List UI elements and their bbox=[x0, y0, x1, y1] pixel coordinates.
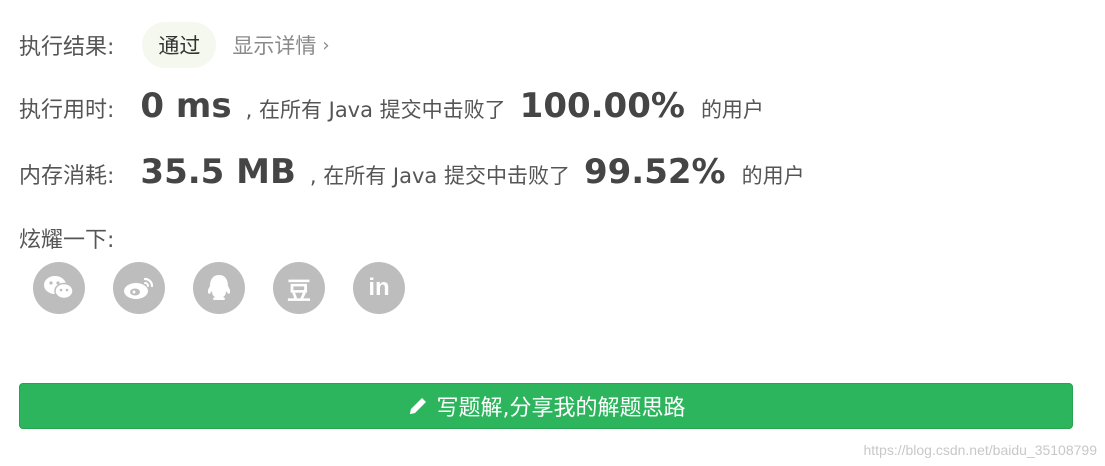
weibo-share-button[interactable] bbox=[113, 262, 165, 314]
write-solution-button[interactable]: 写题解,分享我的解题思路 bbox=[19, 383, 1073, 429]
douban-share-button[interactable]: 豆 bbox=[273, 262, 325, 314]
status-badge: 通过 bbox=[142, 22, 217, 68]
runtime-row: 执行用时: 0 ms , 在所有 Java 提交中击败了 100.00% 的用户 bbox=[19, 86, 764, 126]
memory-comparison-text: , 在所有 Java 提交中击败了 bbox=[309, 164, 570, 188]
chevron-right-icon: › bbox=[322, 34, 330, 56]
memory-suffix: 的用户 bbox=[741, 164, 805, 188]
share-icons: 豆 in bbox=[33, 262, 405, 314]
runtime-value: 0 ms bbox=[140, 86, 232, 126]
runtime-percent: 100.00% bbox=[519, 86, 685, 126]
runtime-label: 执行用时: bbox=[19, 98, 115, 123]
memory-row: 内存消耗: 35.5 MB , 在所有 Java 提交中击败了 99.52% 的… bbox=[19, 152, 805, 192]
memory-value: 35.5 MB bbox=[140, 152, 296, 192]
pencil-icon bbox=[407, 395, 429, 417]
memory-label: 内存消耗: bbox=[19, 164, 115, 189]
result-row: 执行结果: 通过 显示详情 › bbox=[19, 22, 330, 68]
show-details-label: 显示详情 bbox=[232, 34, 317, 58]
runtime-suffix: 的用户 bbox=[700, 98, 764, 122]
write-solution-label: 写题解,分享我的解题思路 bbox=[436, 396, 686, 421]
watermark: https://blog.csdn.net/baidu_35108799 bbox=[863, 442, 1097, 458]
share-label: 炫耀一下: bbox=[19, 228, 115, 253]
douban-icon: 豆 bbox=[287, 277, 311, 305]
wechat-icon bbox=[43, 274, 75, 302]
qq-share-button[interactable] bbox=[193, 262, 245, 314]
qq-icon bbox=[205, 273, 233, 303]
weibo-icon bbox=[123, 274, 155, 302]
linkedin-share-button[interactable]: in bbox=[353, 262, 405, 314]
result-label: 执行结果: bbox=[19, 35, 115, 60]
linkedin-icon: in bbox=[368, 274, 390, 301]
show-details-link[interactable]: 显示详情 › bbox=[232, 30, 329, 60]
wechat-share-button[interactable] bbox=[33, 262, 85, 314]
memory-percent: 99.52% bbox=[583, 152, 726, 192]
runtime-comparison-text: , 在所有 Java 提交中击败了 bbox=[245, 98, 506, 122]
